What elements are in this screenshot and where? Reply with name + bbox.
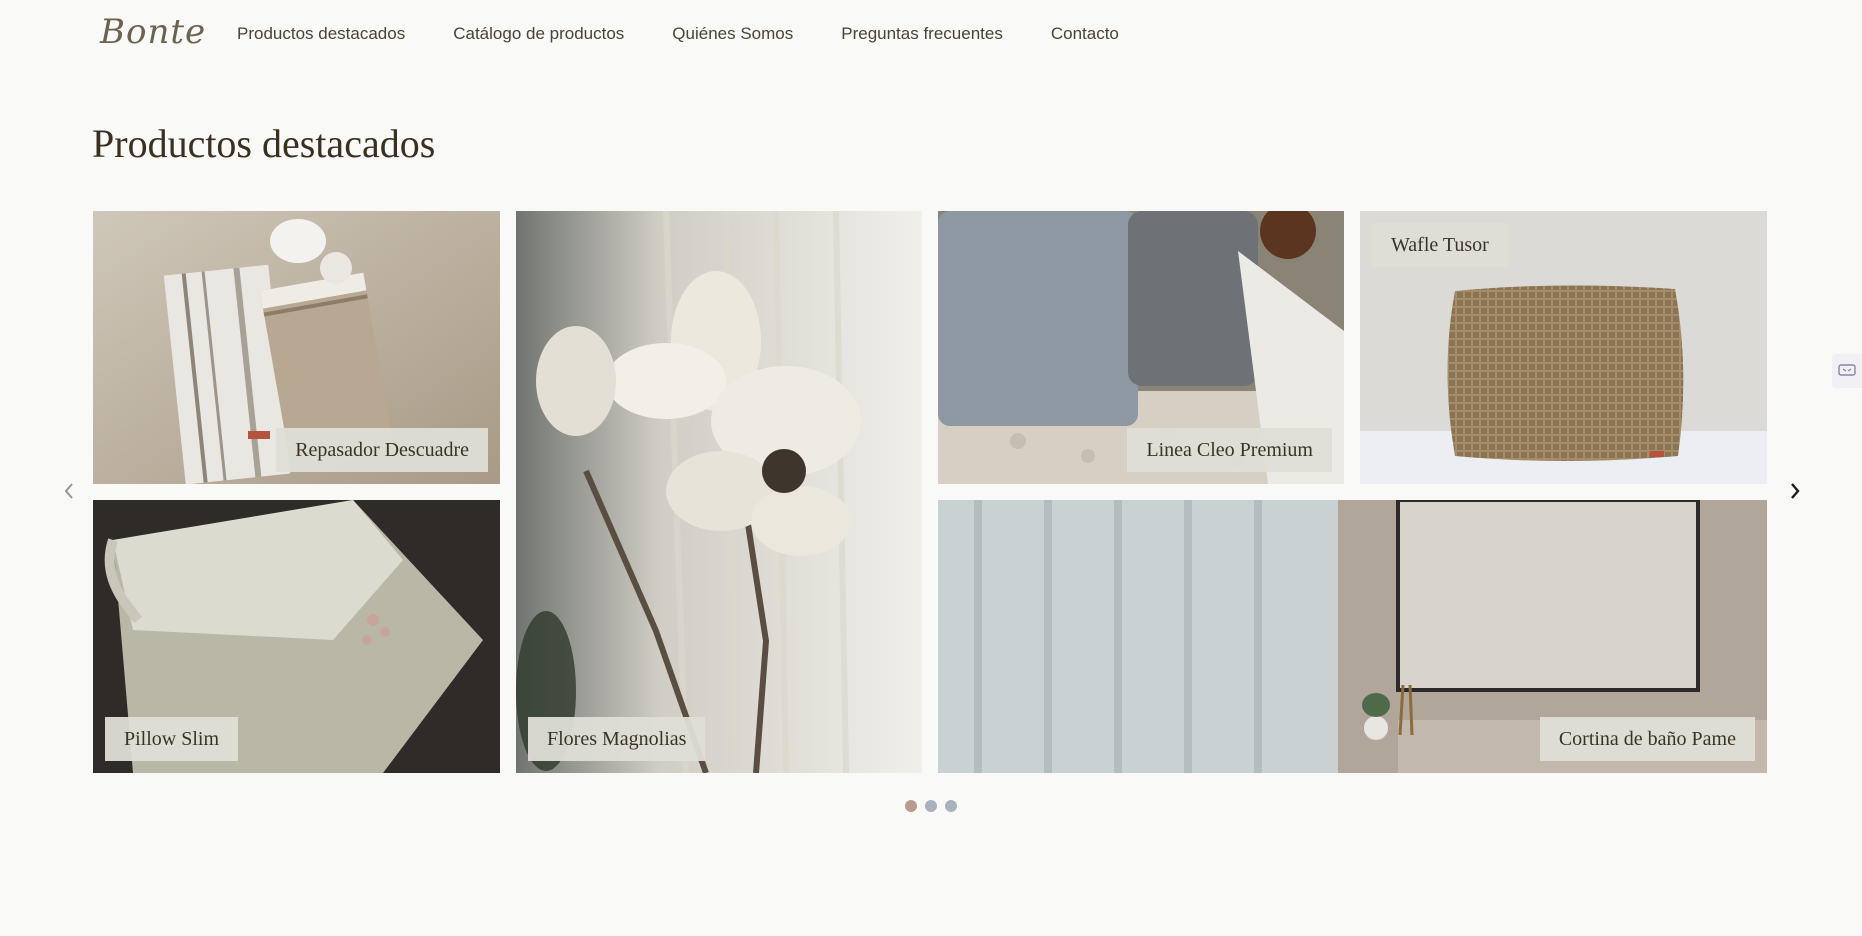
pagination-dot-3[interactable] [945, 800, 957, 812]
product-tile-pillow-slim[interactable]: Pillow Slim [93, 500, 500, 773]
nav-quienes-somos[interactable]: Quiénes Somos [672, 24, 793, 44]
nav-productos-destacados[interactable]: Productos destacados [237, 24, 405, 44]
product-label: Wafle Tusor [1372, 223, 1508, 267]
gallery-next-button[interactable] [1784, 478, 1806, 504]
chevron-right-icon [1791, 483, 1800, 499]
product-label: Flores Magnolias [528, 717, 706, 761]
chat-icon [1838, 364, 1856, 376]
nav-preguntas-frecuentes[interactable]: Preguntas frecuentes [841, 24, 1003, 44]
main-nav: Productos destacados Catálogo de product… [237, 24, 1119, 44]
pagination-dot-1[interactable] [905, 800, 917, 812]
chevron-left-icon [64, 483, 73, 499]
section-title: Productos destacados [92, 121, 436, 166]
pagination-dot-2[interactable] [925, 800, 937, 812]
side-chat-widget[interactable] [1832, 354, 1862, 388]
gallery-pagination [905, 800, 957, 812]
nav-contacto[interactable]: Contacto [1051, 24, 1119, 44]
product-label: Pillow Slim [105, 717, 239, 761]
product-tile-repasador[interactable]: Repasador Descuadre [93, 211, 500, 484]
brand-logo[interactable]: Bonte [100, 12, 206, 52]
product-tile-wafle-tusor[interactable]: Wafle Tusor [1360, 211, 1767, 484]
product-label: Linea Cleo Premium [1127, 428, 1332, 472]
product-tile-linea-cleo[interactable]: Linea Cleo Premium [938, 211, 1344, 484]
product-tile-flores-magnolias[interactable]: Flores Magnolias [516, 211, 922, 773]
nav-catalogo[interactable]: Catálogo de productos [453, 24, 624, 44]
product-label: Cortina de baño Pame [1539, 717, 1755, 761]
magnolia-flower-photo [516, 211, 922, 773]
product-label: Repasador Descuadre [276, 428, 488, 472]
product-tile-cortina-pame[interactable]: Cortina de baño Pame [938, 500, 1767, 773]
site-header: Bonte Productos destacados Catálogo de p… [0, 0, 1862, 70]
gallery-prev-button[interactable] [58, 478, 80, 504]
